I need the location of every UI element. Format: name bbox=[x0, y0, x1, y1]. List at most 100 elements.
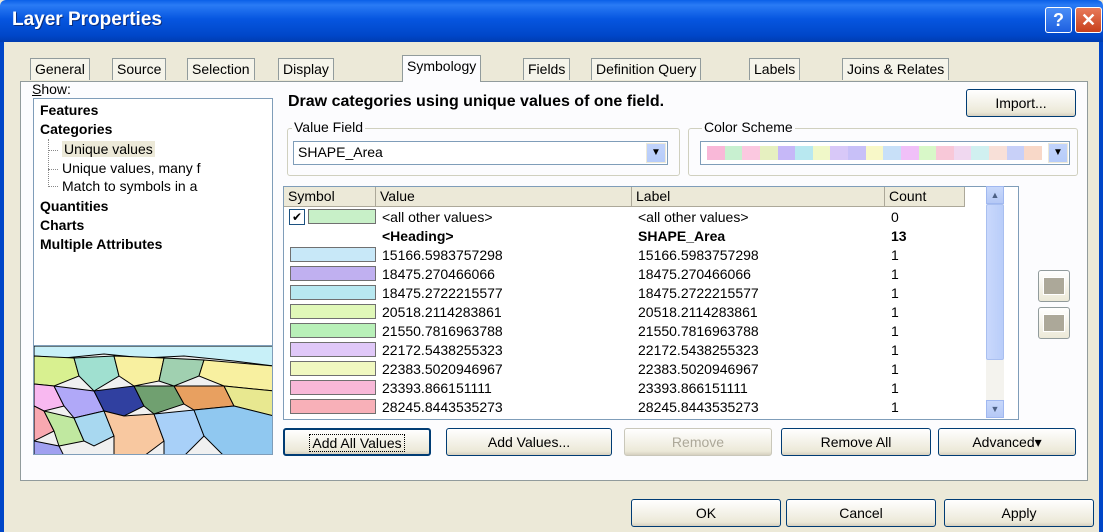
color-ramp-swatch bbox=[971, 146, 989, 160]
table-row[interactable]: 18475.270466066 18475.270466066 1 bbox=[284, 265, 989, 284]
tree-item-multiple-attributes[interactable]: Multiple Attributes bbox=[40, 236, 162, 252]
table-row[interactable]: <Heading> SHAPE_Area 13 bbox=[284, 227, 989, 246]
chevron-down-icon[interactable]: ▼ bbox=[1048, 143, 1068, 163]
tree-item-categories[interactable]: Categories bbox=[40, 121, 112, 137]
table-row[interactable]: 22383.5020946967 22383.5020946967 1 bbox=[284, 360, 989, 379]
tab-joins-relates[interactable]: Joins & Relates bbox=[842, 58, 950, 80]
table-row[interactable]: ✔ <all other values> <all other values> 0 bbox=[284, 208, 989, 227]
row-count: 0 bbox=[891, 209, 899, 225]
symbol-swatch[interactable] bbox=[290, 342, 376, 357]
row-count: 1 bbox=[891, 266, 899, 282]
remove-label: Remove bbox=[671, 434, 725, 450]
color-ramp-swatch bbox=[742, 146, 760, 160]
table-row[interactable]: 15166.5983757298 15166.5983757298 1 bbox=[284, 246, 989, 265]
tab-definition-query[interactable]: Definition Query bbox=[591, 58, 702, 80]
color-ramp-swatch bbox=[830, 146, 848, 160]
symbol-swatch[interactable] bbox=[290, 380, 376, 395]
import-button[interactable]: Import... bbox=[966, 89, 1076, 117]
tree-connector bbox=[48, 186, 58, 187]
color-ramp-swatch bbox=[707, 146, 725, 160]
tab-general[interactable]: General bbox=[30, 58, 90, 80]
row-value: 28245.8443535273 bbox=[382, 399, 503, 415]
tab-source[interactable]: Source bbox=[112, 58, 167, 80]
symbol-swatch[interactable] bbox=[290, 304, 376, 319]
tree-item-match-symbols[interactable]: Match to symbols in a bbox=[62, 178, 197, 194]
apply-label: Apply bbox=[1001, 505, 1037, 521]
table-row[interactable]: 20518.2114283861 20518.2114283861 1 bbox=[284, 303, 989, 322]
move-up-icon bbox=[1043, 277, 1065, 295]
add-all-values-button[interactable]: Add All Values bbox=[283, 428, 431, 456]
color-ramp-swatch bbox=[812, 146, 831, 160]
symbol-swatch[interactable] bbox=[290, 247, 376, 262]
ok-label: OK bbox=[695, 505, 717, 521]
move-down-button[interactable] bbox=[1038, 307, 1070, 339]
tab-symbology[interactable]: Symbology bbox=[402, 55, 482, 82]
move-up-button[interactable] bbox=[1038, 270, 1070, 302]
row-count: 1 bbox=[891, 323, 899, 339]
row-label: <all other values> bbox=[638, 209, 749, 225]
renderer-description: Draw categories using unique values of o… bbox=[288, 93, 665, 110]
row-value: 18475.2722215577 bbox=[382, 285, 503, 301]
color-scheme-select[interactable]: ▼ bbox=[700, 141, 1070, 165]
symbol-grid[interactable]: Symbol Value Label Count ✔ <all other val… bbox=[283, 186, 1019, 420]
remove-all-label: Remove All bbox=[820, 434, 892, 450]
scroll-up-icon[interactable]: ▲ bbox=[986, 186, 1004, 204]
table-row[interactable]: 28245.8443535273 28245.8443535273 1 bbox=[284, 398, 989, 417]
table-row[interactable]: 22172.5438255323 22172.5438255323 1 bbox=[284, 341, 989, 360]
tab-labels[interactable]: Labels bbox=[749, 58, 801, 80]
row-count: 1 bbox=[891, 304, 899, 320]
row-count: 1 bbox=[891, 342, 899, 358]
apply-button[interactable]: Apply bbox=[944, 499, 1094, 527]
column-header-value[interactable]: Value bbox=[376, 187, 632, 207]
row-value: 22383.5020946967 bbox=[382, 361, 503, 377]
table-row[interactable]: 18475.2722215577 18475.2722215577 1 bbox=[284, 284, 989, 303]
row-value: 18475.270466066 bbox=[382, 266, 495, 282]
row-count: 1 bbox=[891, 247, 899, 263]
scroll-down-icon[interactable]: ▼ bbox=[986, 400, 1004, 418]
cancel-button[interactable]: Cancel bbox=[786, 499, 936, 527]
add-values-button[interactable]: Add Values... bbox=[446, 428, 612, 456]
row-checkbox[interactable]: ✔ bbox=[289, 209, 305, 225]
value-field-select[interactable]: SHAPE_Area ▼ bbox=[293, 141, 668, 165]
tree-connector bbox=[48, 150, 58, 151]
map-preview-image bbox=[34, 346, 272, 454]
column-header-label[interactable]: Label bbox=[632, 187, 885, 207]
symbol-swatch[interactable] bbox=[290, 399, 376, 414]
tree-item-features[interactable]: Features bbox=[40, 102, 98, 118]
advanced-button[interactable]: Advanced▾ bbox=[938, 428, 1076, 456]
remove-button[interactable]: Remove bbox=[624, 428, 772, 456]
tab-fields[interactable]: Fields bbox=[523, 58, 571, 80]
close-button[interactable]: ✕ bbox=[1075, 7, 1102, 33]
color-ramp-swatch bbox=[953, 146, 972, 160]
table-row[interactable]: 23393.866151111 23393.866151111 1 bbox=[284, 379, 989, 398]
window-title: Layer Properties bbox=[12, 9, 162, 30]
remove-all-button[interactable]: Remove All bbox=[781, 428, 931, 456]
tree-item-charts[interactable]: Charts bbox=[40, 217, 84, 233]
symbol-swatch[interactable] bbox=[290, 266, 376, 281]
row-value: 23393.866151111 bbox=[382, 380, 492, 396]
color-ramp-swatch bbox=[1006, 146, 1025, 160]
color-ramp-swatch bbox=[900, 146, 919, 160]
row-value: 22172.5438255323 bbox=[382, 342, 503, 358]
row-label: SHAPE_Area bbox=[638, 228, 726, 244]
scroll-thumb[interactable] bbox=[986, 204, 1004, 360]
row-value: <all other values> bbox=[382, 209, 493, 225]
ok-button[interactable]: OK bbox=[631, 499, 781, 527]
column-header-symbol[interactable]: Symbol bbox=[284, 187, 376, 207]
tab-display[interactable]: Display bbox=[278, 58, 334, 80]
symbol-swatch[interactable] bbox=[290, 361, 376, 376]
help-button[interactable]: ? bbox=[1045, 7, 1072, 33]
tab-selection[interactable]: Selection bbox=[187, 58, 255, 80]
row-label: 22383.5020946967 bbox=[638, 361, 759, 377]
column-header-count[interactable]: Count bbox=[885, 187, 965, 207]
table-row[interactable]: 21550.7816963788 21550.7816963788 1 bbox=[284, 322, 989, 341]
tree-item-unique-values[interactable]: Unique values bbox=[62, 141, 155, 157]
symbol-swatch[interactable] bbox=[308, 209, 376, 224]
symbol-swatch[interactable] bbox=[290, 323, 376, 338]
tree-item-unique-values-many[interactable]: Unique values, many f bbox=[62, 160, 201, 176]
row-count: 1 bbox=[891, 380, 899, 396]
chevron-down-icon[interactable]: ▼ bbox=[646, 143, 666, 163]
tree-item-quantities[interactable]: Quantities bbox=[40, 198, 108, 214]
grid-scrollbar[interactable]: ▲ ▼ bbox=[986, 186, 1004, 418]
symbol-swatch[interactable] bbox=[290, 285, 376, 300]
